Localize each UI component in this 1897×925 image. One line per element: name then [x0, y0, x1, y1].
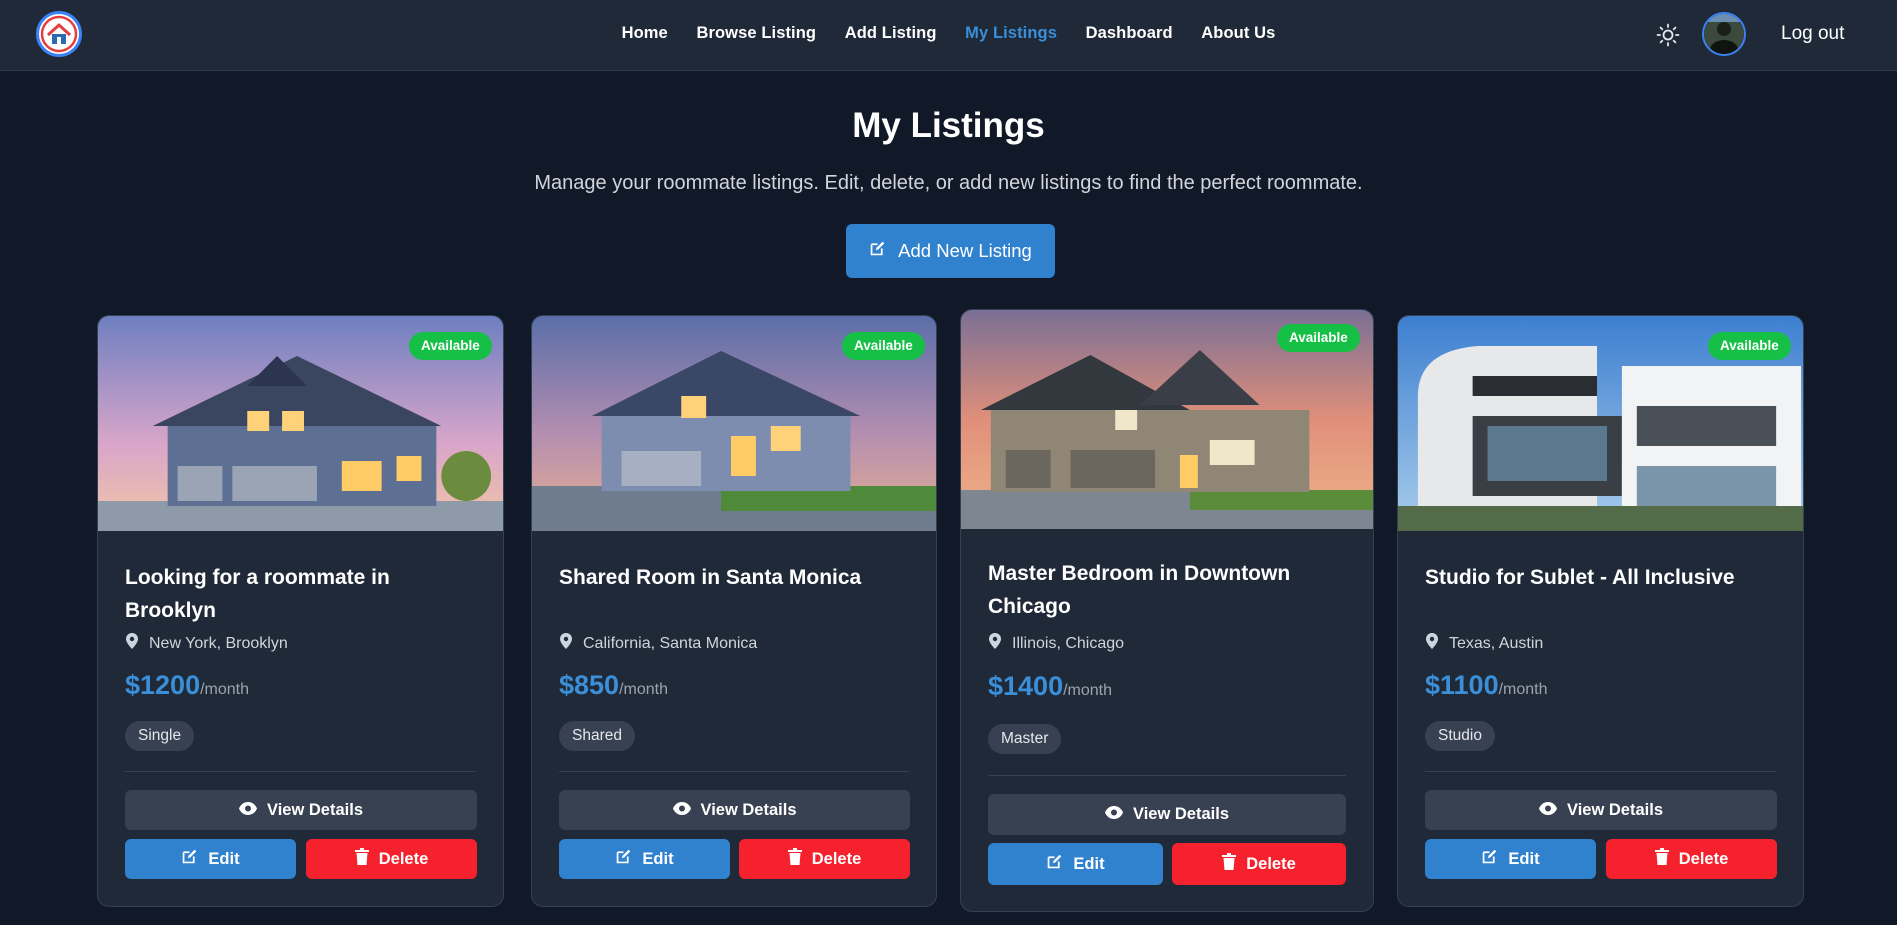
- price-amount: $850: [559, 670, 620, 700]
- price-amount: $1400: [988, 671, 1064, 701]
- trash-icon: [787, 848, 802, 870]
- listing-location: New York, Brooklyn: [125, 633, 288, 654]
- sun-icon[interactable]: [1655, 22, 1681, 48]
- view-details-button[interactable]: View Details: [559, 790, 910, 830]
- page-subtitle: Manage your roommate listings. Edit, del…: [534, 172, 1363, 194]
- delete-button[interactable]: Delete: [739, 839, 910, 879]
- listing-price: $850/month: [559, 670, 668, 701]
- edit-button[interactable]: Edit: [988, 843, 1163, 885]
- listing-price: $1200/month: [125, 670, 249, 701]
- view-details-label: View Details: [700, 800, 797, 819]
- room-type-tag: Master: [988, 724, 1062, 754]
- price-amount: $1200: [125, 670, 201, 700]
- nav-link-my-listings[interactable]: My Listings: [965, 24, 1057, 43]
- location-text: California, Santa Monica: [583, 634, 758, 652]
- delete-label: Delete: [1678, 849, 1729, 868]
- delete-button[interactable]: Delete: [1606, 839, 1777, 879]
- edit-label: Edit: [642, 849, 674, 868]
- nav-link-home[interactable]: Home: [622, 24, 668, 43]
- listing-card: Available Studio for Sublet - All Inclus…: [1397, 315, 1804, 907]
- view-details-button[interactable]: View Details: [1425, 790, 1777, 830]
- view-details-button[interactable]: View Details: [988, 794, 1346, 835]
- add-new-listing-button[interactable]: Add New Listing: [846, 224, 1055, 278]
- trash-icon: [354, 848, 369, 870]
- status-badge: Available: [1708, 332, 1791, 360]
- edit-button[interactable]: Edit: [559, 839, 730, 879]
- price-period: /month: [1063, 682, 1113, 699]
- listing-title: Master Bedroom in Downtown Chicago: [988, 562, 1291, 618]
- eye-icon: [672, 801, 691, 820]
- status-badge: Available: [409, 332, 492, 360]
- edit-square-icon: [181, 848, 198, 870]
- listing-location: Texas, Austin: [1425, 633, 1543, 654]
- price-period: /month: [619, 681, 668, 698]
- nav-links: Home Browse Listing Add Listing My Listi…: [0, 24, 1897, 43]
- page-title: My Listings: [852, 106, 1045, 145]
- view-details-button[interactable]: View Details: [125, 790, 477, 830]
- trash-icon: [1654, 848, 1669, 870]
- eye-icon: [1105, 805, 1123, 824]
- eye-icon: [1539, 801, 1557, 820]
- location-text: Texas, Austin: [1449, 634, 1544, 652]
- listing-price: $1100/month: [1425, 670, 1548, 701]
- price-period: /month: [200, 681, 250, 698]
- delete-button[interactable]: Delete: [306, 839, 477, 879]
- nav-link-about-us[interactable]: About Us: [1201, 24, 1275, 43]
- edit-label: Edit: [1508, 849, 1540, 868]
- listing-location: California, Santa Monica: [559, 633, 757, 654]
- location-text: New York, Brooklyn: [149, 634, 288, 652]
- logout-button[interactable]: Log out: [1781, 23, 1844, 45]
- delete-label: Delete: [378, 849, 429, 868]
- location-text: Illinois, Chicago: [1012, 634, 1125, 652]
- room-type-tag: Studio: [1425, 721, 1495, 751]
- edit-button[interactable]: Edit: [125, 839, 296, 879]
- delete-label: Delete: [1246, 854, 1296, 873]
- listing-title: Studio for Sublet - All Inclusive: [1425, 566, 1735, 589]
- divider: [988, 775, 1346, 776]
- listing-card: Available Shared Room in Santa Monica Ca…: [531, 315, 937, 907]
- nav-link-browse-listing[interactable]: Browse Listing: [696, 24, 816, 43]
- edit-label: Edit: [1073, 854, 1105, 873]
- map-pin-icon: [559, 633, 573, 654]
- listing-card: Available Looking for a roommate in Broo…: [97, 315, 504, 907]
- listing-card: Available Master Bedroom in Downtown Chi…: [960, 309, 1374, 912]
- edit-square-icon: [869, 240, 886, 262]
- edit-square-icon: [1481, 848, 1498, 870]
- delete-label: Delete: [811, 849, 862, 868]
- map-pin-icon: [1425, 633, 1439, 654]
- view-details-label: View Details: [267, 800, 363, 819]
- navbar: Home Browse Listing Add Listing My Listi…: [0, 0, 1897, 71]
- price-period: /month: [1498, 681, 1548, 698]
- nav-link-add-listing[interactable]: Add Listing: [845, 24, 937, 43]
- nav-link-dashboard[interactable]: Dashboard: [1086, 24, 1173, 43]
- trash-icon: [1222, 853, 1237, 875]
- view-details-label: View Details: [1567, 800, 1663, 819]
- map-pin-icon: [125, 633, 139, 654]
- listing-location: Illinois, Chicago: [988, 633, 1124, 654]
- avatar[interactable]: [1702, 12, 1746, 56]
- delete-button[interactable]: Delete: [1172, 843, 1346, 885]
- edit-button[interactable]: Edit: [1425, 839, 1596, 879]
- listing-title: Looking for a roommate in Brooklyn: [125, 566, 390, 622]
- add-new-listing-label: Add New Listing: [898, 240, 1032, 261]
- price-amount: $1100: [1425, 670, 1499, 700]
- edit-square-icon: [615, 848, 632, 870]
- listing-title: Shared Room in Santa Monica: [559, 566, 862, 589]
- divider: [1425, 771, 1776, 772]
- view-details-label: View Details: [1133, 805, 1229, 823]
- room-type-tag: Single: [125, 721, 195, 751]
- divider: [125, 771, 476, 772]
- map-pin-icon: [988, 633, 1002, 654]
- status-badge: Available: [1277, 324, 1360, 352]
- status-badge: Available: [842, 332, 925, 360]
- room-type-tag: Shared: [559, 721, 635, 751]
- edit-square-icon: [1046, 853, 1063, 875]
- divider: [559, 771, 909, 772]
- edit-label: Edit: [208, 849, 240, 868]
- listing-price: $1400/month: [988, 671, 1112, 702]
- eye-icon: [239, 801, 257, 820]
